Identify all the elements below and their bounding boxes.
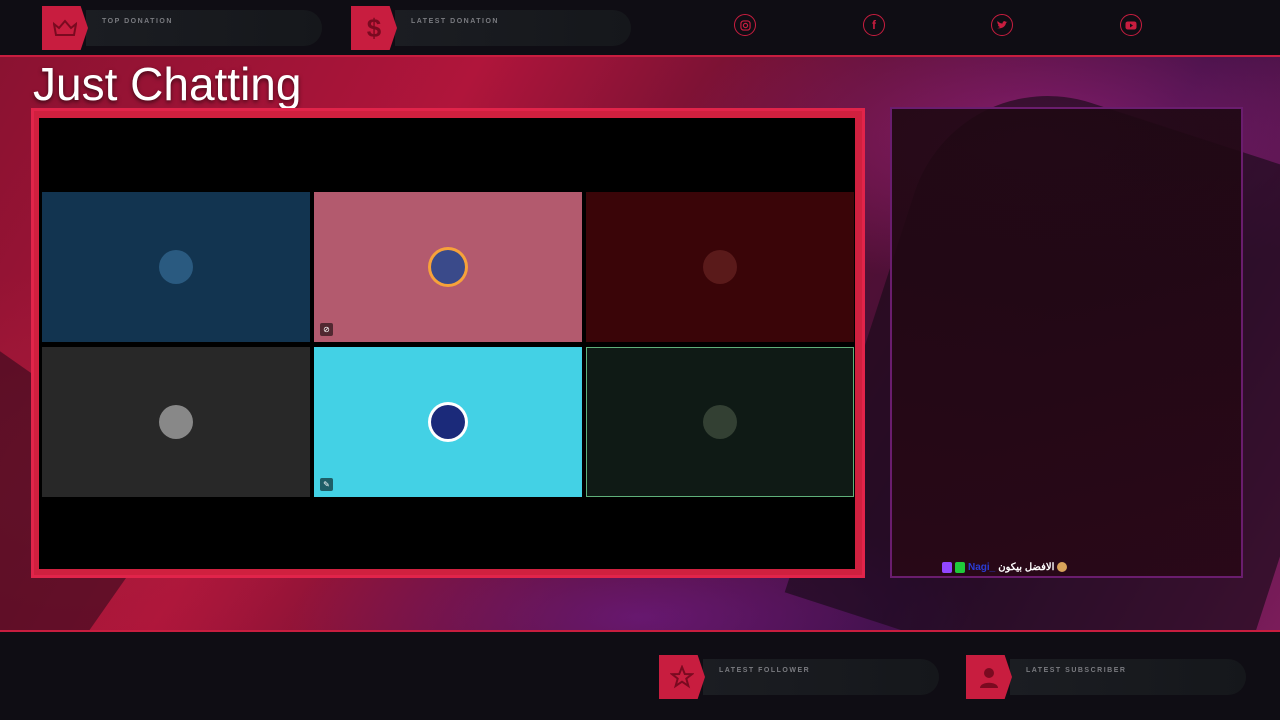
call-tile[interactable]: [42, 192, 310, 342]
latest-subscriber-widget: LATEST SUBSCRIBER: [966, 655, 1246, 699]
participant-avatar: [703, 405, 737, 439]
latest-donation-label: LATEST DONATION: [411, 18, 499, 25]
call-tile[interactable]: ⊘: [314, 192, 582, 342]
twitch-badge-icon: [942, 561, 952, 573]
page-title: Just Chatting: [33, 58, 302, 110]
latest-donation-widget: $ LATEST DONATION: [351, 6, 631, 50]
dollar-icon: $: [351, 6, 397, 50]
top-donation-widget: TOP DONATION: [42, 6, 322, 50]
chat-message: Nagi_ الافضل بيكون: [942, 560, 1068, 574]
call-tile[interactable]: [42, 347, 310, 497]
facebook-icon[interactable]: f: [863, 14, 885, 36]
call-tile[interactable]: ✎: [314, 347, 582, 497]
user-icon: [966, 655, 1012, 699]
vip-badge-icon: [955, 561, 965, 573]
video-call-area: [39, 118, 855, 569]
emote-icon: [1057, 562, 1068, 572]
call-tile[interactable]: [586, 347, 854, 497]
top-donation-label: TOP DONATION: [102, 18, 173, 25]
edit-icon: ✎: [320, 478, 333, 491]
chat-panel: [890, 107, 1243, 578]
latest-follower-widget: LATEST FOLLOWER: [659, 655, 939, 699]
call-tile[interactable]: [586, 192, 854, 342]
twitter-icon[interactable]: [991, 14, 1013, 36]
crown-icon: [42, 6, 88, 50]
instagram-icon[interactable]: [734, 14, 756, 36]
chat-text: الافضل بيكون: [998, 561, 1055, 573]
latest-subscriber-label: LATEST SUBSCRIBER: [1026, 667, 1127, 674]
star-icon: [659, 655, 705, 699]
latest-follower-label: LATEST FOLLOWER: [719, 667, 811, 674]
participant-avatar: [159, 250, 193, 284]
participant-avatar: [703, 250, 737, 284]
mute-icon: ⊘: [320, 323, 333, 336]
participant-avatar: [159, 405, 193, 439]
youtube-icon[interactable]: [1120, 14, 1142, 36]
participant-avatar: [431, 405, 465, 439]
chat-username: Nagi_: [968, 561, 996, 573]
participant-avatar: [431, 250, 465, 284]
